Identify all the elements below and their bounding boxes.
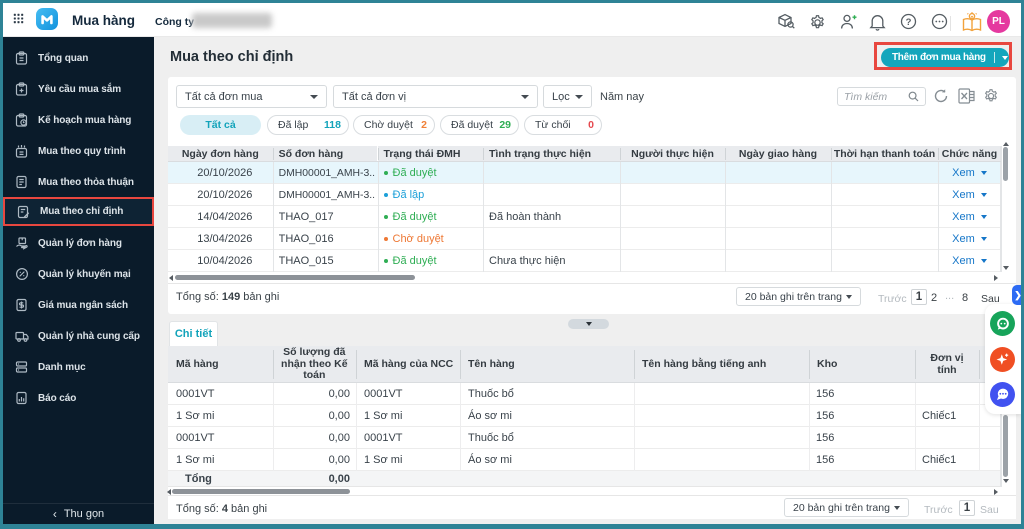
svg-text:?: ?: [906, 17, 912, 28]
